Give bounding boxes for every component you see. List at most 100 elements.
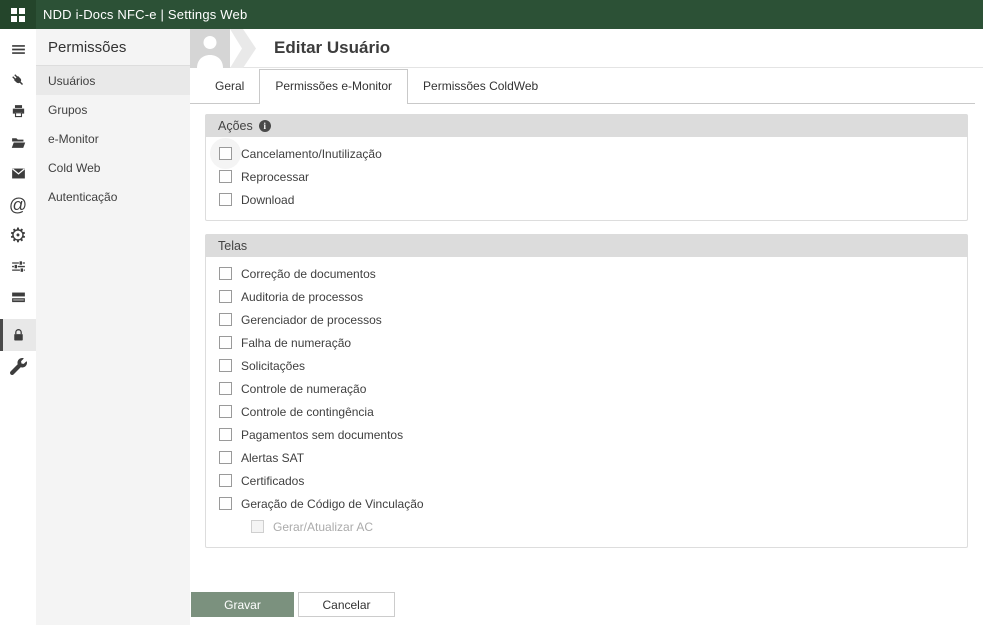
checkbox[interactable] [219, 170, 232, 183]
sidebar-item-label: Cold Web [48, 160, 101, 175]
printer-icon [12, 105, 24, 118]
checkbox-label: Controle de numeração [241, 381, 367, 396]
topbar: NDD i-Docs NFC-e | Settings Web [0, 0, 983, 29]
checkbox-row[interactable]: Certificados [206, 469, 967, 492]
save-button[interactable]: Gravar [191, 592, 294, 617]
user-avatar-icon [190, 29, 230, 68]
rail-item-printer[interactable] [0, 96, 36, 127]
section-header: Telas i [205, 234, 968, 257]
rail-item-menu[interactable] [0, 34, 36, 65]
checkbox[interactable] [219, 428, 232, 441]
checkbox-row[interactable]: Gerenciador de processos [206, 308, 967, 331]
checkbox-row[interactable]: Cancelamento/Inutilização [206, 138, 967, 169]
checkbox-row[interactable]: Falha de numeração [206, 331, 967, 354]
rail-item-security[interactable] [0, 319, 36, 351]
sidebar-item-label: Grupos [48, 102, 88, 117]
checkbox-row[interactable]: Download [206, 188, 967, 211]
checkbox[interactable] [219, 336, 232, 349]
rail-item-preferences[interactable] [0, 251, 36, 282]
sidebar-item[interactable]: Autenticação [36, 182, 190, 211]
checkbox-row[interactable]: Controle de numeração [206, 377, 967, 400]
sidebar-title: Permissões [36, 29, 190, 66]
rail-item-tools[interactable] [0, 351, 36, 382]
checkbox[interactable] [219, 451, 232, 464]
checkbox-row[interactable]: Alertas SAT [206, 446, 967, 469]
checkbox[interactable] [219, 474, 232, 487]
info-icon[interactable]: i [258, 119, 271, 132]
checkbox-label: Download [241, 192, 295, 207]
checkbox[interactable] [219, 147, 232, 160]
tab-bar: Geral Permissões e-Monitor Permissões Co… [190, 68, 975, 104]
checkbox-label: Gerar/Atualizar AC [273, 519, 374, 534]
sidebar-item[interactable]: e-Monitor [36, 124, 190, 153]
sliders-icon [11, 260, 25, 273]
rail-item-server[interactable] [0, 282, 36, 313]
checkbox-label: Cancelamento/Inutilização [241, 146, 382, 161]
tab[interactable]: Geral [200, 70, 259, 103]
wrench-icon [9, 358, 27, 375]
checkbox-row[interactable]: Pagamentos sem documentos [206, 423, 967, 446]
cancel-button[interactable]: Cancelar [298, 592, 395, 617]
checkbox[interactable] [219, 313, 232, 326]
app-logo[interactable] [0, 0, 36, 29]
permissions-sidebar: Permissões Usuários Grupos e-Monitor Col… [36, 29, 190, 625]
checkbox-label: Correção de documentos [241, 266, 376, 281]
rail-item-folder[interactable] [0, 127, 36, 158]
sections-container: Ações i Cancelamento/Inutilização Reproc… [205, 114, 968, 548]
logo-squares-icon [11, 7, 25, 22]
checkbox[interactable] [219, 359, 232, 372]
section-title: Ações [218, 118, 253, 133]
checkbox-row[interactable]: Reprocessar [206, 165, 967, 188]
permission-section: Telas i Correção de documentos Auditoria… [205, 234, 968, 548]
checkbox-row[interactable]: Auditoria de processos [206, 285, 967, 308]
app-title: NDD i-Docs NFC-e | Settings Web [43, 7, 248, 22]
folder-open-icon [11, 138, 25, 148]
sidebar-item-label: Usuários [48, 73, 96, 88]
sidebar-item[interactable]: Cold Web [36, 153, 190, 182]
section-title: Telas [218, 238, 248, 253]
checkbox-row[interactable]: Correção de documentos [206, 262, 967, 285]
checkbox[interactable] [219, 290, 232, 303]
checkbox-label: Controle de contingência [241, 404, 374, 419]
tab[interactable]: Permissões ColdWeb [408, 70, 553, 103]
sidebar-item[interactable]: Usuários [36, 66, 190, 95]
sidebar-items: Usuários Grupos e-Monitor Cold Web Auten… [36, 66, 190, 211]
gear-icon: ⚙ [9, 224, 27, 247]
checkbox-row[interactable]: Controle de contingência [206, 400, 967, 423]
section-body: Cancelamento/Inutilização Reprocessar Do… [205, 137, 968, 221]
checkbox[interactable] [219, 497, 232, 510]
sidebar-item[interactable]: Grupos [36, 95, 190, 124]
tab[interactable]: Permissões e-Monitor [259, 69, 409, 104]
checkbox-row[interactable]: Solicitações [206, 354, 967, 377]
page-title: Editar Usuário [274, 38, 391, 57]
rail-item-mail[interactable] [0, 158, 36, 189]
main-panel: Editar Usuário Geral Permissões e-Monito… [190, 29, 983, 625]
rail-item-at[interactable]: @ [0, 189, 36, 220]
checkbox-row[interactable]: Gerar/Atualizar AC [206, 515, 967, 538]
page-header: Editar Usuário [190, 29, 983, 68]
envelope-icon [11, 168, 25, 179]
checkbox-row[interactable]: Geração de Código de Vinculação [206, 492, 967, 515]
checkbox-label: Auditoria de processos [241, 289, 364, 304]
checkbox-label: Reprocessar [241, 169, 310, 184]
checkbox[interactable] [219, 382, 232, 395]
checkbox-label: Geração de Código de Vinculação [241, 496, 424, 511]
rail-item-settings[interactable]: ⚙ [0, 220, 36, 251]
lock-icon [13, 328, 23, 340]
section-body: Correção de documentos Auditoria de proc… [205, 257, 968, 548]
checkbox[interactable] [219, 405, 232, 418]
menu-icon [11, 45, 25, 54]
sidebar-item-label: Autenticação [48, 189, 118, 204]
plug-icon [11, 74, 23, 86]
checkbox-label: Certificados [241, 473, 305, 488]
at-sign-icon: @ [8, 194, 28, 215]
checkbox-label: Falha de numeração [241, 335, 352, 350]
rail-item-plug[interactable] [0, 65, 36, 96]
checkbox[interactable] [219, 267, 232, 280]
checkbox[interactable] [219, 193, 232, 206]
icon-rail: @ ⚙ [0, 29, 36, 625]
checkbox-label: Alertas SAT [241, 450, 305, 465]
checkbox-label: Gerenciador de processos [241, 312, 382, 327]
checkbox[interactable] [251, 520, 264, 533]
server-icon [11, 292, 25, 303]
